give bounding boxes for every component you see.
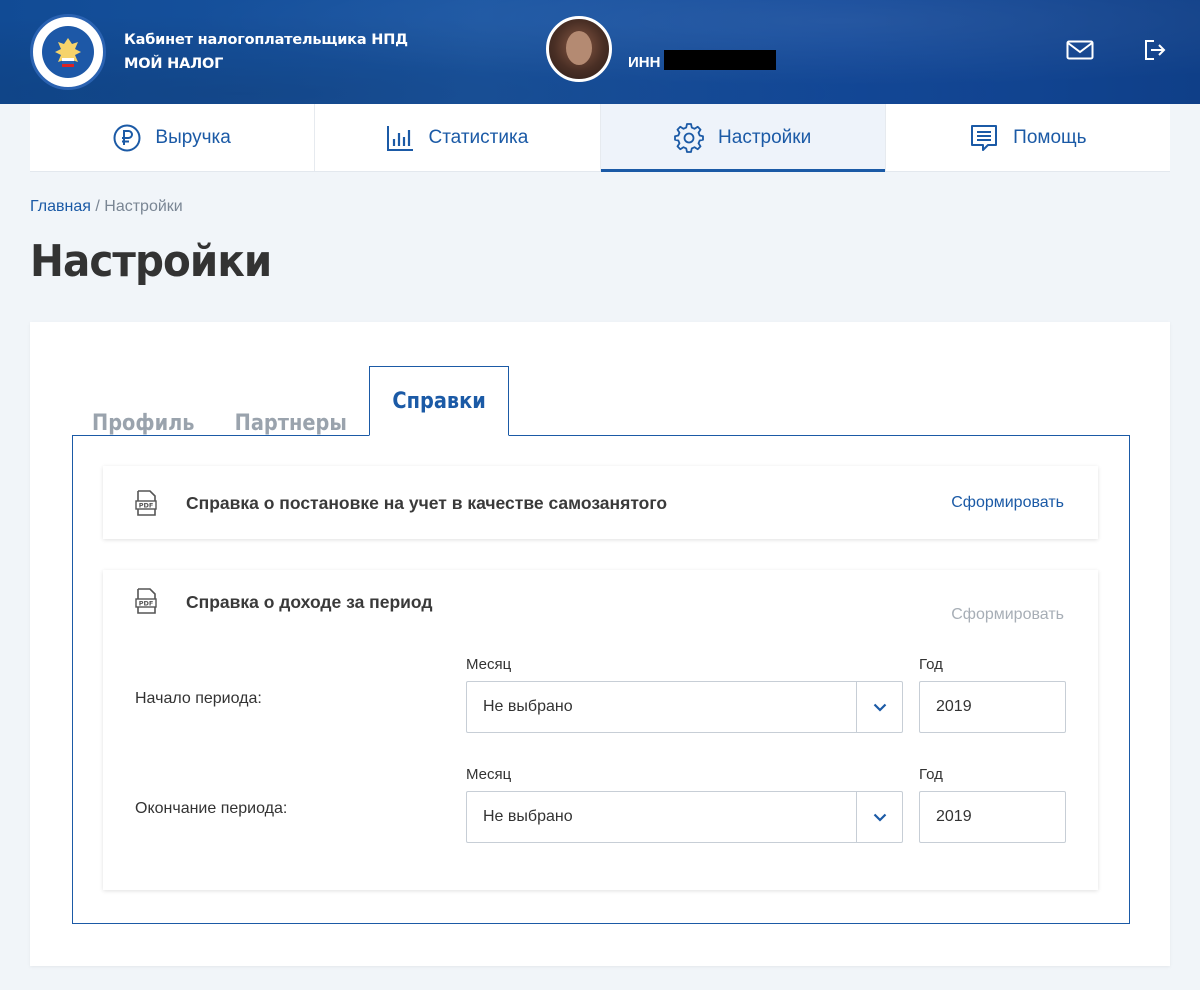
nav-item-help[interactable]: Помощь	[884, 104, 1170, 171]
brand-line2: МОЙ НАЛОГ	[124, 56, 224, 72]
end-month-label: Месяц	[466, 766, 512, 783]
start-year-label: Год	[919, 656, 943, 673]
end-period-label: Окончание периода:	[135, 800, 288, 817]
end-month-value: Не выбрано	[483, 808, 573, 825]
tab-profile-label: Профиль	[91, 410, 195, 436]
settings-card: Профиль Партнеры Справки PDF Справка о п…	[30, 322, 1170, 966]
certificates-panel: PDF Справка о постановке на учет в качес…	[72, 435, 1130, 924]
brand-title[interactable]: Кабинет налогоплательщика НПД МОЙ НАЛОГ	[124, 28, 408, 76]
mail-icon[interactable]	[1066, 38, 1094, 62]
nav-item-revenue[interactable]: Выручка	[30, 104, 314, 171]
page-title: Настройки	[30, 236, 272, 287]
brand-line1: Кабинет налогоплательщика НПД	[124, 32, 408, 48]
end-year-input[interactable]	[919, 791, 1066, 843]
chevron-down-icon[interactable]	[856, 792, 902, 842]
generate-registration-button[interactable]: Сформировать	[951, 494, 1064, 512]
tab-partners-label: Партнеры	[234, 410, 348, 436]
nav-item-settings[interactable]: Настройки	[599, 104, 886, 172]
gear-icon	[674, 122, 704, 153]
breadcrumb: Главная / Настройки	[30, 198, 183, 216]
start-month-select[interactable]: Не выбрано	[466, 681, 903, 733]
svg-text:PDF: PDF	[139, 600, 154, 608]
tab-certificates[interactable]: Справки	[369, 366, 509, 436]
end-month-select[interactable]: Не выбрано	[466, 791, 903, 843]
start-year-input[interactable]	[919, 681, 1066, 733]
breadcrumb-current: Настройки	[104, 198, 183, 215]
chat-icon	[971, 124, 998, 151]
generate-income-button[interactable]: Сформировать	[951, 606, 1064, 624]
start-month-value: Не выбрано	[483, 698, 573, 715]
breadcrumb-separator: /	[95, 198, 100, 215]
avatar[interactable]	[546, 16, 612, 82]
end-year-label: Год	[919, 766, 943, 783]
nav-item-statistics[interactable]: Статистика	[314, 104, 599, 171]
nav-label-help: Помощь	[1013, 126, 1087, 148]
nav-label-settings: Настройки	[718, 126, 812, 148]
emblem-icon[interactable]	[30, 14, 106, 90]
doc-income-card: PDF Справка о доходе за период Сформиров…	[103, 570, 1098, 890]
inn-label: ИНН	[628, 54, 661, 71]
nav-label-statistics: Статистика	[428, 126, 529, 148]
pdf-icon: PDF	[135, 588, 157, 614]
doc-registration-title: Справка о постановке на учет в качестве …	[186, 493, 668, 513]
doc-registration-card: PDF Справка о постановке на учет в качес…	[103, 466, 1098, 539]
doc-income-title: Справка о доходе за период	[186, 592, 433, 612]
start-month-label: Месяц	[466, 656, 512, 673]
tab-certificates-label: Справки	[392, 388, 486, 414]
app-header: Кабинет налогоплательщика НПД МОЙ НАЛОГ …	[0, 0, 1200, 104]
start-period-label: Начало периода:	[135, 690, 262, 707]
breadcrumb-home[interactable]: Главная	[30, 198, 91, 215]
logout-icon[interactable]	[1141, 38, 1169, 62]
pdf-icon: PDF	[135, 490, 157, 516]
inn-value-redacted	[664, 50, 776, 70]
chart-icon	[387, 125, 414, 151]
nav-label-revenue: Выручка	[155, 126, 231, 148]
ruble-icon	[113, 124, 141, 151]
chevron-down-icon[interactable]	[856, 682, 902, 732]
main-nav: Выручка Статистика Настройки Помощь	[30, 104, 1170, 172]
svg-text:PDF: PDF	[139, 502, 154, 510]
